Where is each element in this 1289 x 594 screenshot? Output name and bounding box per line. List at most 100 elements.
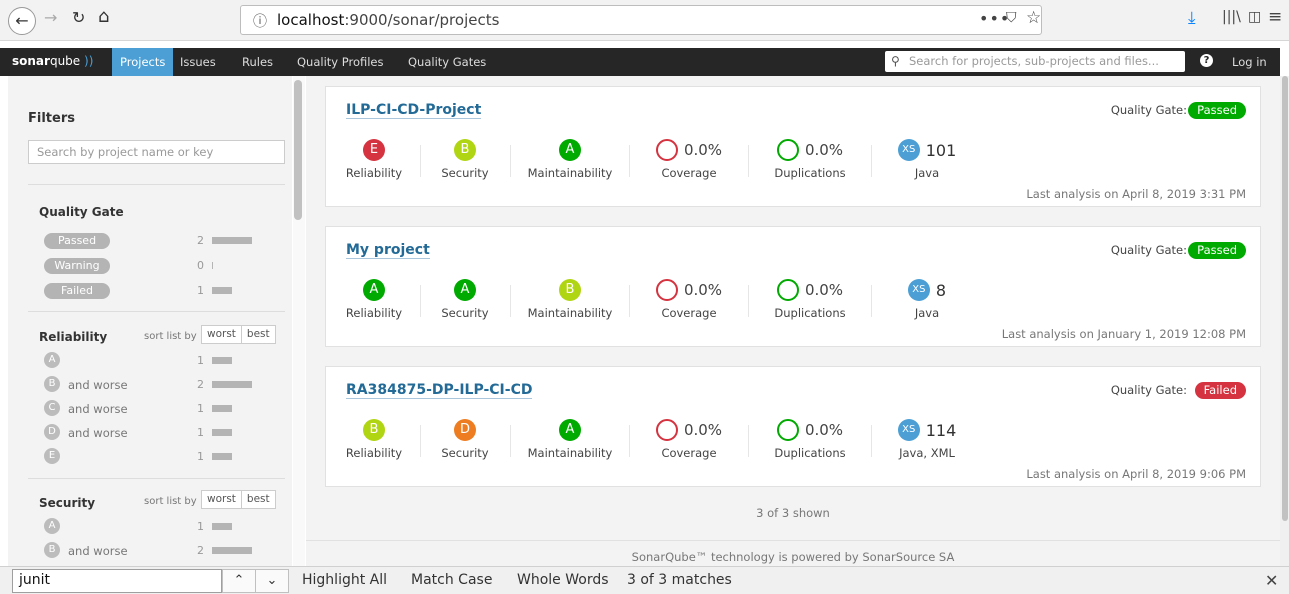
sidebar-scrollbar-thumb[interactable] bbox=[294, 80, 302, 220]
security-metric[interactable]: D Security bbox=[426, 419, 504, 460]
match-case-toggle[interactable]: Match Case bbox=[411, 572, 492, 588]
sort-list-by-label: sort list by bbox=[144, 496, 197, 507]
project-search-input[interactable]: Search by project name or key bbox=[28, 140, 285, 164]
pocket-icon[interactable]: ⛉ bbox=[1006, 10, 1017, 26]
qg-filter-failed[interactable]: Failed bbox=[44, 283, 110, 299]
security-metric[interactable]: A Security bbox=[426, 279, 504, 320]
duplications-ring-icon bbox=[776, 279, 799, 301]
project-name-link[interactable]: RA384875-DP-ILP-CI-CD bbox=[346, 382, 533, 399]
info-icon[interactable]: ⓘ bbox=[253, 11, 267, 31]
global-search-input[interactable]: ⚲ Search for projects, sub-projects and … bbox=[885, 51, 1185, 72]
security-metric[interactable]: B Security bbox=[426, 139, 504, 180]
size-metric[interactable]: XS 114 Java, XML bbox=[882, 419, 972, 460]
maintainability-metric[interactable]: B Maintainability bbox=[520, 279, 620, 320]
nav-quality-profiles[interactable]: Quality Profiles bbox=[289, 48, 392, 76]
reliability-grade-a[interactable]: A bbox=[44, 352, 60, 368]
separator bbox=[871, 425, 872, 457]
and-worse-label: and worse bbox=[68, 426, 128, 440]
reliability-c-bar bbox=[212, 405, 232, 412]
separator bbox=[420, 285, 421, 317]
maintainability-metric[interactable]: A Maintainability bbox=[520, 419, 620, 460]
reliability-rating: B bbox=[363, 419, 385, 441]
reliability-metric[interactable]: A Reliability bbox=[334, 279, 414, 320]
url-text[interactable]: localhost:9000/sonar/projects bbox=[277, 11, 499, 29]
separator bbox=[629, 285, 630, 317]
project-name-link[interactable]: My project bbox=[346, 242, 430, 259]
duplications-metric[interactable]: 0.0% Duplications bbox=[762, 139, 858, 180]
project-card: ILP-CI-CD-Project Quality Gate: Passed E… bbox=[325, 86, 1261, 207]
size-metric[interactable]: XS 8 Java bbox=[882, 279, 972, 320]
quality-gate-label: Quality Gate: bbox=[1110, 103, 1187, 117]
reliability-label: Reliability bbox=[345, 166, 403, 180]
quality-gate-label: Quality Gate: bbox=[1110, 383, 1187, 397]
nav-rules[interactable]: Rules bbox=[234, 48, 281, 76]
maintainability-rating: A bbox=[559, 139, 581, 161]
and-worse-label: and worse bbox=[68, 544, 128, 558]
url-bar[interactable]: ⓘ localhost:9000/sonar/projects ••• ⛉ ☆ bbox=[240, 5, 1042, 35]
coverage-metric[interactable]: 0.0% Coverage bbox=[644, 139, 734, 180]
quality-gate-filter-title: Quality Gate bbox=[39, 205, 124, 219]
reliability-rating: E bbox=[363, 139, 385, 161]
duplications-value: 0.0% bbox=[804, 141, 844, 159]
reliability-metric[interactable]: E Reliability bbox=[334, 139, 414, 180]
find-next-button[interactable]: ⌄ bbox=[255, 569, 289, 593]
nav-quality-gates[interactable]: Quality Gates bbox=[400, 48, 494, 76]
duplications-metric[interactable]: 0.0% Duplications bbox=[762, 279, 858, 320]
qg-warning-count: 0 bbox=[197, 259, 204, 272]
qg-warning-bar bbox=[212, 262, 213, 269]
page-scrollbar[interactable] bbox=[1280, 76, 1289, 566]
sidebar-toggle-icon[interactable]: ◫ bbox=[1248, 9, 1261, 25]
page-scrollbar-thumb[interactable] bbox=[1282, 76, 1288, 521]
find-bar: junit ⌃ ⌄ Highlight All Match Case Whole… bbox=[0, 566, 1289, 594]
security-a-count: 1 bbox=[197, 520, 204, 533]
reliability-metric[interactable]: B Reliability bbox=[334, 419, 414, 460]
sort-best-button[interactable]: best bbox=[240, 491, 275, 508]
download-icon[interactable]: ⤓ bbox=[1188, 8, 1196, 28]
coverage-ring-icon bbox=[655, 139, 678, 161]
sort-best-button[interactable]: best bbox=[240, 326, 275, 343]
coverage-metric[interactable]: 0.0% Coverage bbox=[644, 279, 734, 320]
reliability-a-count: 1 bbox=[197, 354, 204, 367]
find-previous-button[interactable]: ⌃ bbox=[222, 569, 256, 593]
security-grade-b[interactable]: B bbox=[44, 542, 60, 558]
library-icon[interactable]: |||\ bbox=[1222, 9, 1241, 25]
sort-worst-button[interactable]: worst bbox=[202, 491, 241, 508]
maintainability-metric[interactable]: A Maintainability bbox=[520, 139, 620, 180]
reload-icon[interactable]: ↻ bbox=[72, 8, 85, 27]
and-worse-label: and worse bbox=[68, 402, 128, 416]
maintainability-rating: B bbox=[559, 279, 581, 301]
back-arrow-icon[interactable]: ← bbox=[8, 7, 36, 35]
sonarqube-logo[interactable]: sonarqube )) bbox=[12, 54, 93, 68]
nav-issues[interactable]: Issues bbox=[172, 48, 224, 76]
coverage-metric[interactable]: 0.0% Coverage bbox=[644, 419, 734, 460]
bookmark-star-icon[interactable]: ☆ bbox=[1026, 8, 1041, 28]
help-icon[interactable]: ? bbox=[1200, 54, 1213, 67]
reliability-grade-d[interactable]: D bbox=[44, 424, 60, 440]
size-badge: XS bbox=[897, 139, 920, 161]
whole-words-toggle[interactable]: Whole Words bbox=[517, 572, 609, 588]
qg-filter-passed[interactable]: Passed bbox=[44, 233, 110, 249]
nav-projects[interactable]: Projects bbox=[112, 48, 174, 76]
reliability-grade-c[interactable]: C bbox=[44, 400, 60, 416]
match-count: 3 of 3 matches bbox=[627, 572, 732, 588]
forward-arrow-icon[interactable]: → bbox=[44, 8, 57, 27]
qg-filter-warning[interactable]: Warning bbox=[44, 258, 110, 274]
security-grade-a[interactable]: A bbox=[44, 518, 60, 534]
duplications-metric[interactable]: 0.0% Duplications bbox=[762, 419, 858, 460]
sort-worst-button[interactable]: worst bbox=[202, 326, 241, 343]
login-link[interactable]: Log in bbox=[1232, 55, 1267, 69]
duplications-label: Duplications bbox=[774, 306, 846, 320]
home-icon[interactable]: ⌂ bbox=[98, 6, 109, 27]
qg-failed-count: 1 bbox=[197, 284, 204, 297]
reliability-grade-e[interactable]: E bbox=[44, 448, 60, 464]
reliability-c-count: 1 bbox=[197, 402, 204, 415]
separator bbox=[748, 145, 749, 177]
find-input[interactable]: junit bbox=[12, 569, 222, 593]
highlight-all-toggle[interactable]: Highlight All bbox=[302, 572, 387, 588]
hamburger-menu-icon[interactable]: ≡ bbox=[1268, 7, 1282, 27]
project-name-link[interactable]: ILP-CI-CD-Project bbox=[346, 102, 482, 119]
security-sort-toggle: worst best bbox=[201, 490, 276, 509]
size-metric[interactable]: XS 101 Java bbox=[882, 139, 972, 180]
close-icon[interactable]: ✕ bbox=[1265, 571, 1278, 590]
reliability-grade-b[interactable]: B bbox=[44, 376, 60, 392]
